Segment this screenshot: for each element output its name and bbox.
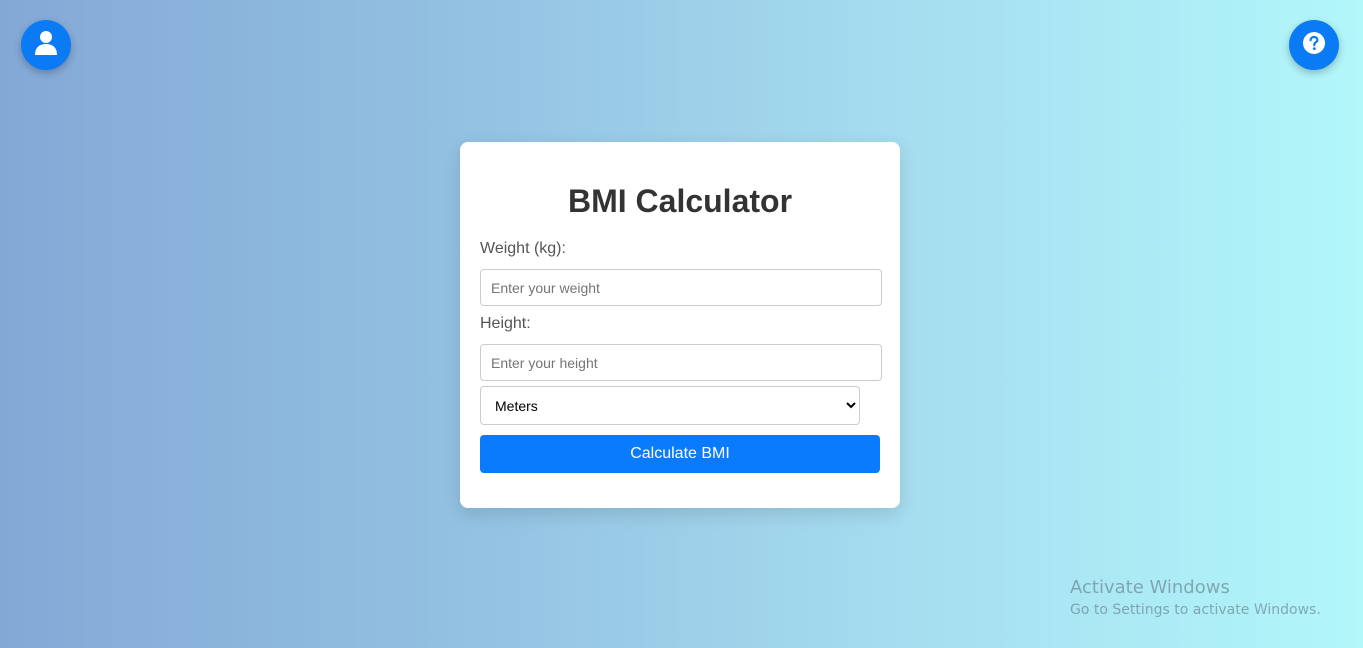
bmi-calculator-card: BMI Calculator Weight (kg): Height: Mete… (460, 142, 900, 508)
windows-activation-watermark: Activate Windows Go to Settings to activ… (1070, 577, 1321, 620)
height-label: Height: (480, 315, 531, 332)
watermark-subtitle: Go to Settings to activate Windows. (1070, 602, 1321, 618)
help-button[interactable] (1289, 20, 1339, 70)
user-profile-button[interactable] (21, 20, 71, 70)
watermark-title: Activate Windows (1070, 577, 1230, 598)
height-input[interactable] (480, 344, 882, 381)
page-title: BMI Calculator (567, 183, 793, 219)
calculate-bmi-button[interactable]: Calculate BMI (480, 435, 880, 473)
height-unit-select[interactable]: Meters (480, 386, 860, 425)
user-icon (34, 30, 58, 61)
help-icon (1302, 31, 1326, 60)
weight-input[interactable] (480, 269, 882, 306)
weight-label: Weight (kg): (480, 240, 566, 257)
